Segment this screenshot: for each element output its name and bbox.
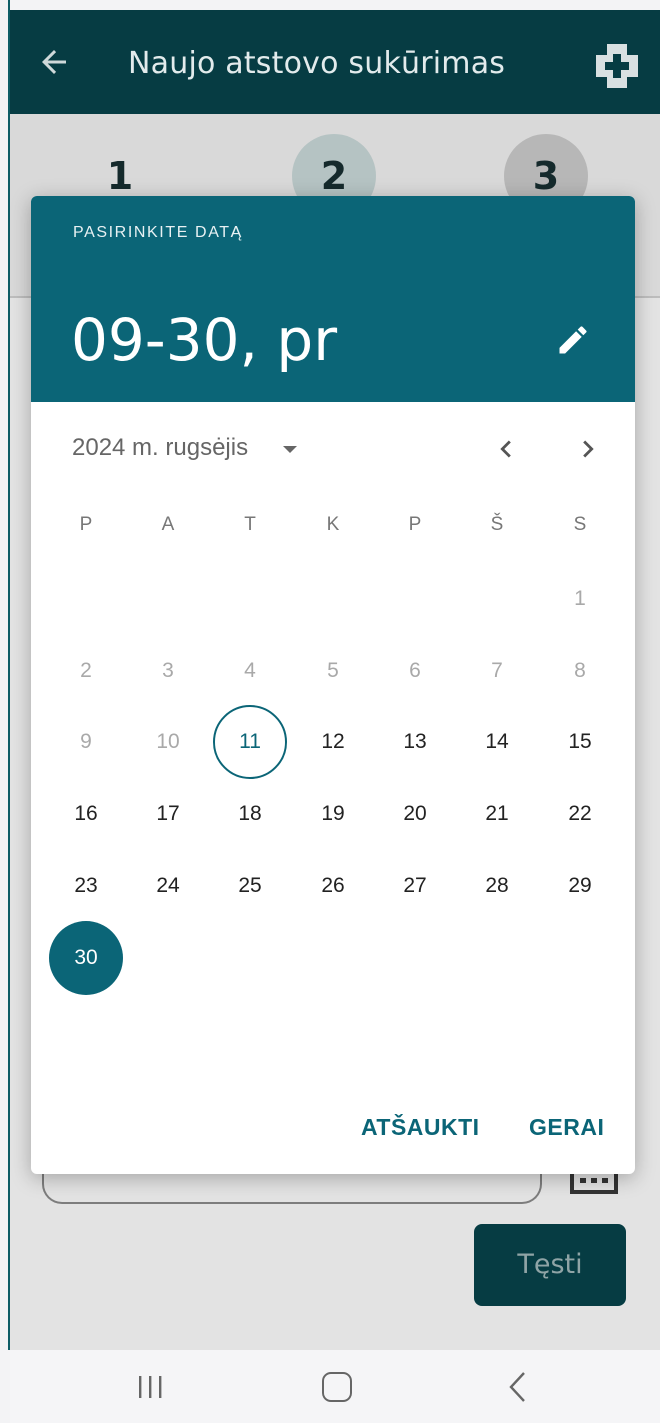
day-cell[interactable]: 29 [543,849,617,923]
day-cell-selected[interactable]: 30 [49,921,123,995]
day-cell[interactable]: 27 [378,849,452,923]
weekday-label: S [573,514,587,535]
day-cell: 6 [409,659,421,682]
weekday-label: A [161,514,175,535]
ok-button[interactable]: GERAI [529,1114,604,1141]
selected-date: 09-30, pr [71,306,338,374]
day-cell[interactable]: 12 [296,705,370,779]
caret-down-icon[interactable] [283,446,297,453]
weekday-label: Š [490,514,504,535]
weekday-label: P [79,514,93,535]
dialog-subtitle: PASIRINKITE DATĄ [73,224,243,241]
chevron-right-icon[interactable] [571,432,605,466]
day-cell: 5 [327,659,339,682]
day-cell: 1 [574,587,586,610]
month-year-selector[interactable]: 2024 m. rugsėjis [72,434,248,462]
day-cell[interactable]: 15 [543,705,617,779]
day-cell[interactable]: 14 [460,705,534,779]
nav-back-icon[interactable] [506,1370,530,1404]
plus-icon[interactable] [592,40,642,92]
day-cell[interactable]: 19 [296,777,370,851]
day-cell[interactable]: 28 [460,849,534,923]
day-cell: 4 [244,659,256,682]
continue-button[interactable]: Tęsti [474,1224,626,1306]
day-cell[interactable]: 16 [49,777,123,851]
weekday-label: K [326,514,340,535]
day-cell[interactable]: 26 [296,849,370,923]
page-title: Naujo atstovo sukūrimas [128,46,506,81]
app-bar: Naujo atstovo sukūrimas [10,10,660,114]
day-cell[interactable]: 18 [213,777,287,851]
day-cell[interactable]: 17 [131,777,205,851]
day-cell: 8 [574,659,586,682]
pencil-icon[interactable] [555,322,591,358]
recent-apps-icon[interactable] [136,1374,164,1400]
system-nav-bar [10,1350,660,1423]
day-cell: 10 [156,730,180,753]
home-icon[interactable] [322,1372,352,1402]
day-cell[interactable]: 24 [131,849,205,923]
date-picker-dialog: PASIRINKITE DATĄ 09-30, pr 2024 m. rugsė… [31,196,635,1174]
day-cell[interactable]: 22 [543,777,617,851]
weekday-label: P [408,514,422,535]
day-cell: 3 [162,659,174,682]
weekday-label: T [244,514,256,535]
day-cell[interactable]: 23 [49,849,123,923]
day-cell-today[interactable]: 11 [213,705,287,779]
day-cell[interactable]: 20 [378,777,452,851]
dialog-header: PASIRINKITE DATĄ 09-30, pr [31,196,635,402]
day-cell[interactable]: 21 [460,777,534,851]
day-cell: 2 [80,659,92,682]
arrow-left-icon[interactable] [36,44,72,80]
cancel-button[interactable]: ATŠAUKTI [361,1114,480,1141]
month-row: 2024 m. rugsėjis [31,402,635,486]
day-cell: 7 [491,659,503,682]
chevron-left-icon[interactable] [489,432,523,466]
day-cell[interactable]: 13 [378,705,452,779]
day-cell: 9 [80,730,92,753]
day-cell[interactable]: 25 [213,849,287,923]
